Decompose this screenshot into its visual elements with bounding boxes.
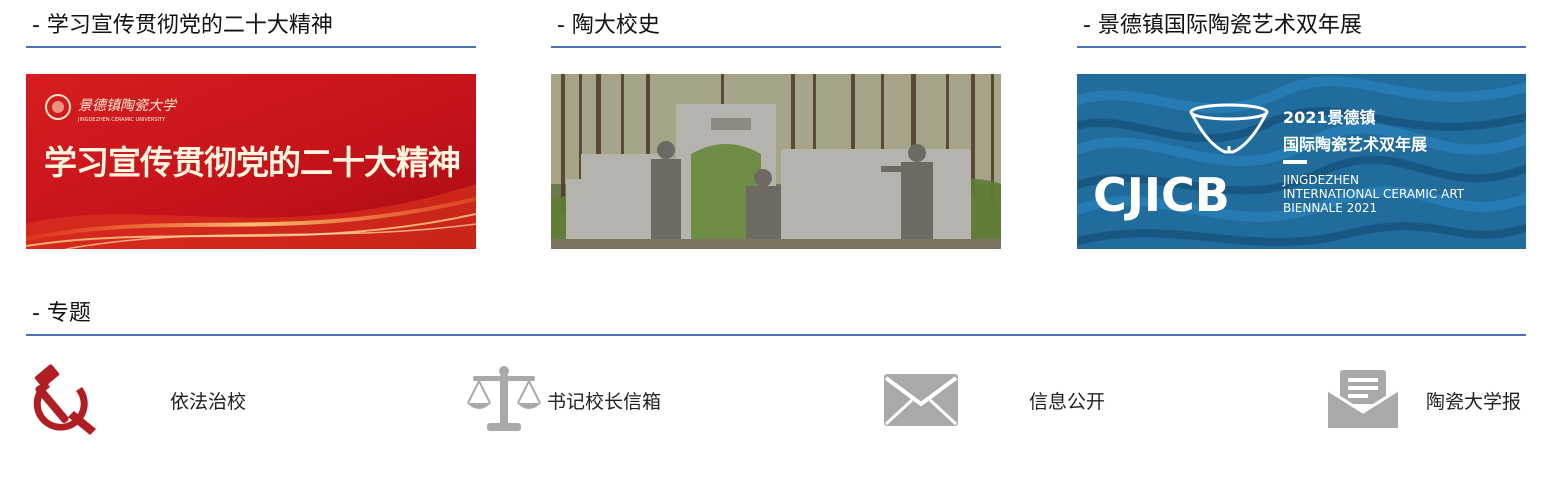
party-banner-headline: 学习宣传贯彻党的二十大精神 <box>44 143 460 182</box>
section-title-history-text: - 陶大校史 <box>557 13 660 38</box>
topic-label: 依法治校 <box>170 390 247 413</box>
party-banner-school-name-en: JINGDEZHEN CERAMIC UNIVERSITY <box>77 117 166 123</box>
hammer-sickle-icon <box>26 363 100 437</box>
party-banner-graphic: 景德镇陶瓷大学 JINGDEZHEN CERAMIC UNIVERSITY 学习… <box>26 74 476 249</box>
topic-university-newspaper[interactable]: 陶瓷大学报 <box>1326 360 1526 440</box>
topic-label: 陶瓷大学报 <box>1426 390 1522 413</box>
scales-icon <box>465 363 543 437</box>
section-title-topics: - 专题 <box>26 288 1526 336</box>
topic-principal-mailbox[interactable]: 书记校长信箱 <box>465 360 675 440</box>
topic-label: 书记校长信箱 <box>547 390 662 413</box>
section-title-topics-text: - 专题 <box>32 301 91 326</box>
biennale-en-line3: BIENNALE 2021 <box>1283 201 1377 215</box>
party-congress-banner[interactable]: 景德镇陶瓷大学 JINGDEZHEN CERAMIC UNIVERSITY 学习… <box>26 74 476 249</box>
biennale-en-line1: JINGDEZHEN <box>1282 173 1359 187</box>
newspaper-envelope-icon <box>1326 368 1400 432</box>
party-banner-school-name: 景德镇陶瓷大学 <box>78 98 178 114</box>
school-history-photo <box>551 74 1001 249</box>
topic-rule-of-law[interactable]: 依法治校 <box>26 360 256 440</box>
topic-label: 信息公开 <box>1029 390 1106 413</box>
biennale-logo-text: CJICB <box>1093 168 1230 222</box>
school-history-banner[interactable] <box>551 74 1001 249</box>
topic-info-disclosure[interactable]: 信息公开 <box>882 360 1112 440</box>
biennale-subtitle: 国际陶瓷艺术双年展 <box>1283 135 1428 154</box>
biennale-year-title: 2021景德镇 <box>1283 108 1376 127</box>
section-title-party-text: - 学习宣传贯彻党的二十大精神 <box>32 13 333 38</box>
biennale-banner[interactable]: 2021景德镇 国际陶瓷艺术双年展 CJICB JINGDEZHEN INTER… <box>1077 74 1526 249</box>
section-title-history: - 陶大校史 <box>551 0 1001 48</box>
biennale-banner-graphic: 2021景德镇 国际陶瓷艺术双年展 CJICB JINGDEZHEN INTER… <box>1077 74 1526 249</box>
envelope-icon <box>882 370 960 430</box>
section-title-biennale-text: - 景德镇国际陶瓷艺术双年展 <box>1083 13 1362 38</box>
biennale-en-line2: INTERNATIONAL CERAMIC ART <box>1283 187 1465 201</box>
section-title-biennale: - 景德镇国际陶瓷艺术双年展 <box>1077 0 1526 48</box>
section-title-party: - 学习宣传贯彻党的二十大精神 <box>26 0 476 48</box>
